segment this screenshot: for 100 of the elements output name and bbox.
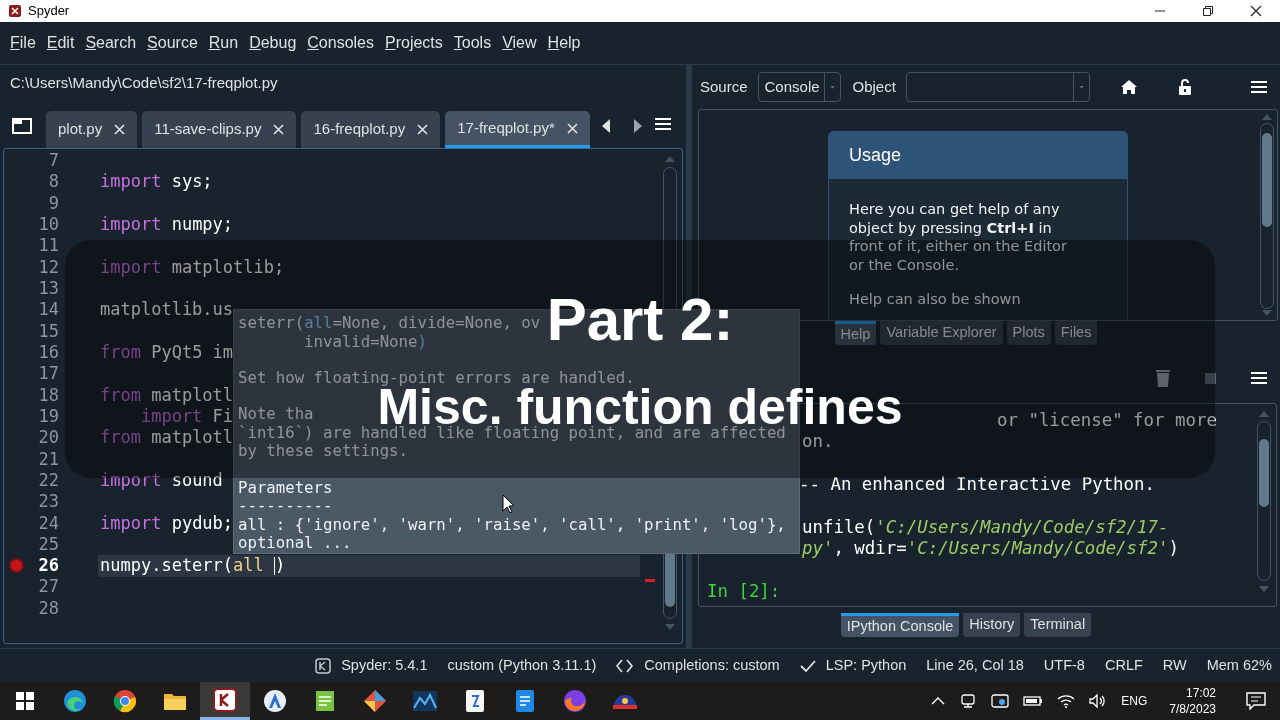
line-number: 24 bbox=[38, 511, 59, 535]
status-text: Mem 62% bbox=[1206, 655, 1272, 675]
menu-item[interactable]: Source bbox=[147, 31, 198, 55]
code-line: from PyQt5 im bbox=[99, 341, 234, 364]
code-line: import pydub; bbox=[99, 512, 234, 534]
wifi-icon[interactable] bbox=[1057, 693, 1076, 709]
code-line: import numpy; bbox=[99, 214, 234, 236]
app-icon bbox=[315, 657, 332, 674]
line-number: 10 bbox=[38, 212, 59, 236]
object-field[interactable] bbox=[905, 72, 1090, 102]
calltip-signature: invalid=None) bbox=[303, 332, 427, 352]
line-number: 9 bbox=[48, 191, 59, 215]
line-number: 15 bbox=[38, 319, 59, 343]
browse-tabs-icon[interactable] bbox=[12, 118, 32, 134]
scroll-left-icon[interactable] bbox=[600, 118, 611, 134]
line-number: 7 bbox=[48, 148, 59, 172]
menu-item[interactable]: Edit bbox=[46, 31, 75, 55]
line-number: 12 bbox=[38, 255, 59, 279]
stop-icon[interactable] bbox=[1205, 372, 1216, 384]
usage-title: Usage bbox=[829, 132, 1127, 179]
scrollbar-thumb[interactable] bbox=[1259, 439, 1269, 507]
calltip-text: optional ... bbox=[238, 534, 352, 553]
menu-item[interactable]: Tools bbox=[453, 31, 492, 55]
line-number: 11 bbox=[38, 234, 59, 258]
calltip-signature: seterr(all=None, divide=None, ov bbox=[238, 314, 541, 333]
breakpoint-icon[interactable] bbox=[9, 558, 24, 574]
calltip-text: Set how floating-point errors are handled. bbox=[238, 368, 635, 388]
line-number: 18 bbox=[38, 383, 59, 407]
menu-icon[interactable] bbox=[1250, 80, 1268, 94]
line-number: 27 bbox=[38, 575, 59, 599]
notepad-icon bbox=[313, 689, 337, 713]
error-marker bbox=[645, 579, 655, 582]
clock[interactable]: 17:02 7/8/2023 bbox=[1169, 685, 1216, 717]
console-line: unfile('C:/Users/Mandy/Code/sf2/17- bbox=[802, 515, 1169, 539]
app-icon bbox=[213, 687, 237, 712]
start-icon bbox=[15, 691, 35, 711]
source-dropdown[interactable]: Console bbox=[757, 72, 841, 102]
line-number: 21 bbox=[38, 447, 59, 471]
window-title: Spyder bbox=[28, 2, 70, 21]
language-indicator[interactable]: ENG bbox=[1121, 692, 1148, 710]
taskbar-button[interactable] bbox=[200, 682, 250, 720]
menu-icon[interactable] bbox=[1250, 371, 1268, 385]
menu-item[interactable]: Consoles bbox=[307, 31, 374, 55]
editor-tab[interactable]: 16-freqplot.py bbox=[301, 111, 441, 148]
file-path: C:\Users\Mandy\Code\sf2\17-freqplot.py bbox=[10, 72, 278, 93]
close-icon[interactable] bbox=[1250, 5, 1262, 17]
source-label: Source bbox=[700, 76, 748, 97]
line-number: 23 bbox=[38, 490, 59, 514]
browser-icon bbox=[113, 689, 137, 713]
line-number: 16 bbox=[38, 340, 59, 364]
calltip-text: ---------- bbox=[238, 497, 333, 516]
line-number: 13 bbox=[38, 276, 59, 300]
app-icon bbox=[263, 689, 287, 713]
chart-icon bbox=[412, 690, 438, 712]
panel-tab[interactable]: IPython Console bbox=[840, 613, 960, 637]
home-icon[interactable] bbox=[1119, 79, 1138, 95]
editor-tab[interactable]: 17-freqplot.py* bbox=[445, 111, 590, 148]
status-text: UTF-8 bbox=[1043, 655, 1085, 675]
chevron-up-icon[interactable] bbox=[931, 696, 946, 706]
menu-item[interactable]: View bbox=[502, 31, 537, 55]
panel-tab[interactable]: Variable Explorer bbox=[880, 321, 1003, 345]
camera-icon[interactable] bbox=[959, 693, 978, 709]
status-text: custom (Python 3.11.1) bbox=[447, 655, 597, 675]
console-line: or "license" for more bbox=[997, 408, 1217, 432]
console-line: on. bbox=[802, 430, 834, 454]
menu-icon[interactable] bbox=[654, 117, 672, 131]
panel-tab[interactable]: Terminal bbox=[1024, 613, 1092, 637]
menu-item[interactable]: File bbox=[10, 31, 36, 55]
menu-item[interactable]: Help bbox=[547, 31, 581, 55]
app-icon bbox=[8, 4, 22, 18]
video-title: Misc. function defines bbox=[377, 389, 903, 425]
code-line: matplotlib.us bbox=[99, 299, 234, 321]
scroll-right-icon[interactable] bbox=[632, 118, 643, 134]
scrollbar-thumb[interactable] bbox=[1262, 133, 1272, 227]
editor-tab[interactable]: plot.py bbox=[46, 111, 138, 148]
code-line: from matplotl bbox=[99, 427, 234, 449]
monitor-icon[interactable] bbox=[991, 693, 1010, 709]
line-number: 25 bbox=[38, 532, 59, 556]
menu-item[interactable]: Search bbox=[85, 31, 137, 55]
panel-tab[interactable]: Plots bbox=[1006, 321, 1051, 345]
battery-icon[interactable] bbox=[1023, 695, 1044, 707]
help-text: Here you can get help of any object by pressing Ctrl+I in front of it, either on the Editor or the Console. bbox=[849, 200, 1068, 275]
panel-tab[interactable]: History bbox=[963, 613, 1021, 637]
restore-icon[interactable] bbox=[1202, 5, 1214, 17]
code-line: import Fi bbox=[139, 405, 234, 428]
document-icon bbox=[514, 689, 536, 713]
line-number: 17 bbox=[38, 362, 59, 386]
console-line: -- An enhanced Interactive Python. bbox=[799, 472, 1155, 496]
lock-icon[interactable] bbox=[1177, 78, 1192, 96]
console-line: py', wdir='C:/Users/Mandy/Code/sf2') bbox=[802, 537, 1179, 560]
panel-tab[interactable]: Help bbox=[834, 321, 877, 345]
menu-item[interactable]: Projects bbox=[385, 31, 443, 55]
speaker-icon[interactable] bbox=[1089, 693, 1108, 709]
status-text: CRLF bbox=[1104, 655, 1143, 675]
menu-item[interactable]: Debug bbox=[249, 31, 297, 55]
trash-icon[interactable] bbox=[1155, 368, 1171, 388]
editor-tab[interactable]: 11-save-clips.py bbox=[142, 111, 297, 148]
panel-tab[interactable]: Files bbox=[1054, 321, 1098, 345]
notification-icon[interactable] bbox=[1246, 692, 1266, 710]
menu-item[interactable]: Run bbox=[208, 31, 239, 55]
